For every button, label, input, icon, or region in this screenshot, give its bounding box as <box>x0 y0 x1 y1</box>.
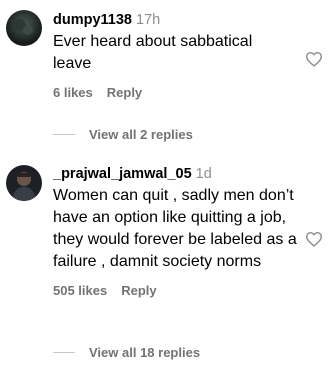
user-avatar[interactable] <box>6 10 42 46</box>
comment-header: dumpy1138 17h <box>53 11 301 29</box>
divider-line <box>53 352 75 353</box>
like-count[interactable]: 505 likes <box>53 283 107 298</box>
view-replies-label: View all 2 replies <box>89 127 193 142</box>
comment-text: Ever heard about sabbatical leave <box>53 33 253 72</box>
username[interactable]: dumpy1138 <box>53 12 132 28</box>
reply-button[interactable]: Reply <box>107 85 142 100</box>
view-replies-button[interactable]: View all 18 replies <box>53 345 200 360</box>
like-count[interactable]: 6 likes <box>53 85 93 100</box>
view-replies-button[interactable]: View all 2 replies <box>53 127 193 142</box>
user-avatar[interactable] <box>6 165 42 201</box>
comment-actions: 6 likes Reply <box>53 85 301 100</box>
reply-button[interactable]: Reply <box>121 283 156 298</box>
divider-line <box>53 134 75 135</box>
view-replies-label: View all 18 replies <box>89 345 201 360</box>
heart-outline-icon[interactable] <box>305 231 323 247</box>
comment-text: Women can quit , sadly men don’t have an… <box>53 187 297 270</box>
timestamp: 1d <box>195 166 212 182</box>
comment-header: _prajwal_jamwal_05 1d <box>53 165 301 183</box>
heart-outline-icon[interactable] <box>305 51 323 67</box>
comment-actions: 505 likes Reply <box>53 283 301 298</box>
timestamp: 17h <box>136 12 161 28</box>
username[interactable]: _prajwal_jamwal_05 <box>53 166 192 182</box>
